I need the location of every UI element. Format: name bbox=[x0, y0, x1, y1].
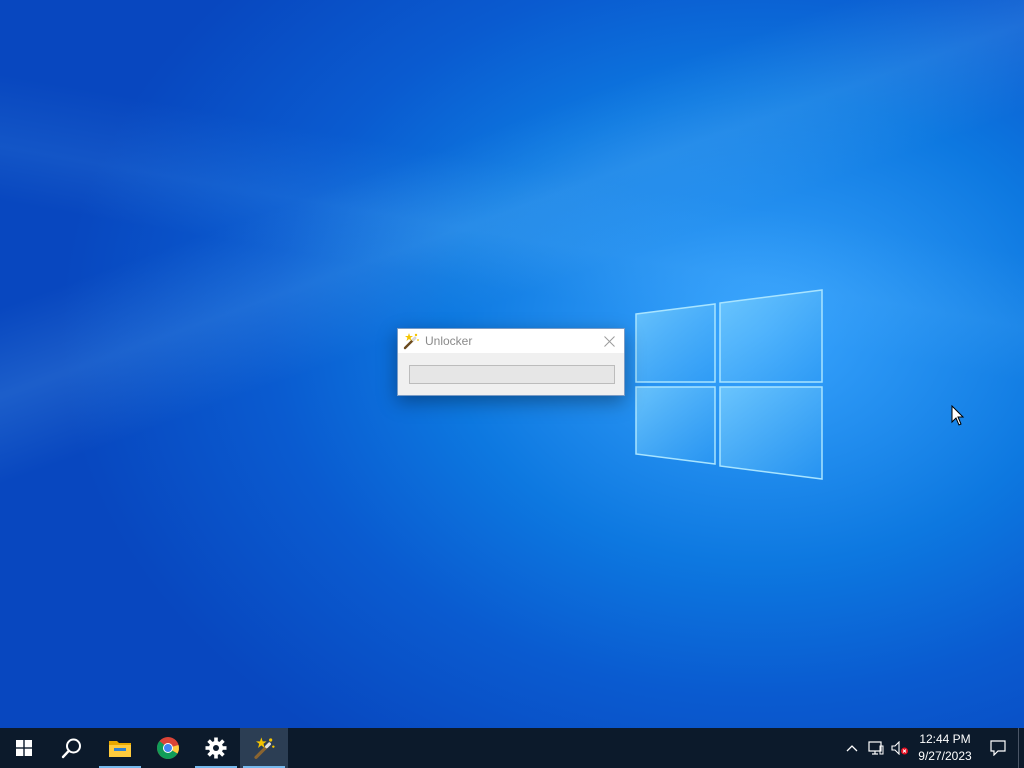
unlocker-dialog[interactable]: Unlocker bbox=[397, 328, 625, 396]
dialog-body bbox=[398, 353, 624, 384]
taskbar-settings[interactable] bbox=[192, 728, 240, 768]
gear-icon bbox=[205, 737, 227, 759]
folder-icon bbox=[109, 741, 131, 757]
system-tray: 12:44 PM 9/27/2023 bbox=[840, 728, 1024, 768]
close-button[interactable] bbox=[594, 329, 624, 353]
clock-time: 12:44 PM bbox=[919, 732, 971, 746]
progress-bar bbox=[409, 365, 615, 384]
mouse-pointer-icon bbox=[951, 405, 965, 426]
dialog-title: Unlocker bbox=[425, 334, 473, 348]
volume-button[interactable] bbox=[888, 728, 912, 768]
network-icon bbox=[868, 741, 884, 755]
taskbar-unlocker[interactable] bbox=[240, 728, 288, 768]
magic-wand-icon bbox=[403, 333, 419, 350]
search-button[interactable] bbox=[48, 728, 96, 768]
taskbar: 12:44 PM 9/27/2023 bbox=[0, 728, 1024, 768]
search-icon bbox=[61, 738, 81, 759]
windows-logo-wallpaper bbox=[635, 289, 823, 480]
network-button[interactable] bbox=[864, 728, 888, 768]
taskbar-file-explorer[interactable] bbox=[96, 728, 144, 768]
magic-wand-icon bbox=[254, 737, 275, 759]
volume-muted-icon bbox=[891, 741, 908, 755]
start-button[interactable] bbox=[0, 728, 48, 768]
show-desktop-button[interactable] bbox=[1018, 728, 1024, 768]
action-center-button[interactable] bbox=[978, 728, 1018, 768]
clock[interactable]: 12:44 PM 9/27/2023 bbox=[912, 728, 978, 768]
windows-start-icon bbox=[16, 740, 32, 756]
show-hidden-icons-button[interactable] bbox=[840, 728, 864, 768]
chevron-up-icon bbox=[846, 745, 858, 752]
close-icon bbox=[603, 335, 615, 347]
chrome-icon bbox=[156, 737, 179, 759]
taskbar-chrome[interactable] bbox=[144, 728, 192, 768]
dialog-title-bar[interactable]: Unlocker bbox=[398, 329, 624, 353]
clock-date: 9/27/2023 bbox=[918, 749, 972, 763]
notification-icon bbox=[990, 740, 1006, 756]
